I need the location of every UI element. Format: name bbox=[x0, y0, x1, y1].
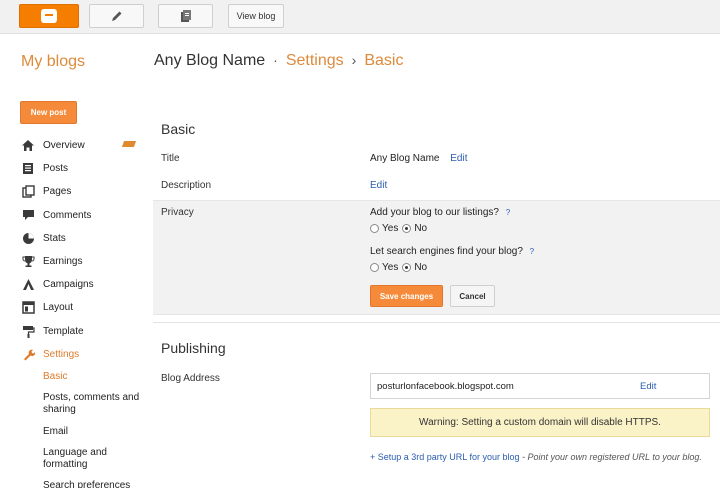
my-blogs-link[interactable]: My blogs bbox=[21, 53, 85, 71]
save-changes-button[interactable]: Save changes bbox=[370, 285, 443, 307]
listing-question-text: Add your blog to our listings? bbox=[370, 207, 499, 218]
sidebar-item-label: Posts bbox=[43, 163, 69, 175]
https-warning: Warning: Setting a custom domain will di… bbox=[370, 408, 710, 437]
blog-address-box: posturlonfacebook.blogspot.com Edit bbox=[370, 373, 710, 399]
publishing-section-title: Publishing bbox=[161, 340, 226, 356]
listing-help-link[interactable]: ? bbox=[506, 208, 510, 217]
search-no-label: No bbox=[414, 262, 428, 273]
top-toolbar: View blog bbox=[0, 0, 720, 34]
listing-question: Add your blog to our listings? ? bbox=[370, 207, 510, 218]
sidebar-item-label: Template bbox=[43, 325, 84, 337]
pages-toolbar-button[interactable] bbox=[158, 4, 213, 28]
breadcrumb: Any Blog Name · Settings › Basic bbox=[154, 52, 403, 70]
breadcrumb-blog-name[interactable]: Any Blog Name bbox=[154, 52, 265, 70]
sidebar-item-posts[interactable]: Posts bbox=[20, 157, 150, 180]
description-label: Description bbox=[161, 180, 212, 191]
sidebar-item-label: Stats bbox=[43, 232, 66, 244]
sidebar-item-label: Overview bbox=[43, 140, 85, 152]
sidebar-item-layout[interactable]: Layout bbox=[20, 296, 150, 319]
sidebar-item-campaigns[interactable]: Campaigns bbox=[20, 273, 150, 296]
search-no-radio[interactable] bbox=[402, 263, 412, 272]
pages-icon bbox=[180, 10, 191, 22]
blog-address-label: Blog Address bbox=[161, 373, 220, 384]
sidebar-item-pages[interactable]: Pages bbox=[20, 180, 150, 203]
sidebar-item-overview[interactable]: Overview bbox=[20, 134, 150, 157]
cancel-button[interactable]: Cancel bbox=[450, 285, 495, 307]
listing-no-radio[interactable] bbox=[402, 224, 412, 233]
layout-icon bbox=[20, 301, 36, 315]
search-yes-radio[interactable] bbox=[370, 263, 379, 272]
sidebar-item-settings[interactable]: Settings bbox=[20, 343, 150, 366]
sidebar-nav: Overview Posts Pages Comments Stats Earn… bbox=[20, 134, 150, 488]
blog-address-edit-link[interactable]: Edit bbox=[640, 381, 656, 392]
pie-chart-icon bbox=[20, 231, 36, 245]
search-yes-label: Yes bbox=[382, 262, 399, 273]
campaign-icon bbox=[20, 278, 36, 292]
breadcrumb-separator: · bbox=[273, 52, 278, 68]
sidebar-item-template[interactable]: Template bbox=[20, 320, 150, 343]
description-edit-link[interactable]: Edit bbox=[370, 180, 387, 191]
sidebar-item-label: Earnings bbox=[43, 256, 83, 268]
megaphone-icon bbox=[121, 141, 137, 147]
view-blog-button[interactable]: View blog bbox=[228, 4, 284, 28]
sidebar-item-label: Comments bbox=[43, 209, 92, 221]
privacy-label: Privacy bbox=[161, 207, 194, 218]
posts-icon bbox=[20, 162, 36, 176]
title-row: Any Blog Name Edit bbox=[370, 153, 468, 164]
sidebar-item-label: Campaigns bbox=[43, 279, 94, 291]
listing-no-label: No bbox=[414, 223, 428, 234]
blogger-logo-button[interactable] bbox=[19, 4, 79, 28]
sidebar-item-earnings[interactable]: Earnings bbox=[20, 250, 150, 273]
sidebar-subitem-language-formatting[interactable]: Language and formatting bbox=[43, 447, 123, 471]
sidebar-item-label: Settings bbox=[43, 348, 80, 360]
sidebar-item-label: Layout bbox=[43, 302, 74, 314]
breadcrumb-basic[interactable]: Basic bbox=[364, 52, 403, 70]
sidebar-item-stats[interactable]: Stats bbox=[20, 227, 150, 250]
listing-yes-label: Yes bbox=[382, 223, 399, 234]
title-label: Title bbox=[161, 153, 180, 164]
sidebar-item-comments[interactable]: Comments bbox=[20, 204, 150, 227]
breadcrumb-separator: › bbox=[351, 52, 357, 68]
setup-third-party-url-link[interactable]: + Setup a 3rd party URL for your blog bbox=[370, 452, 520, 462]
trophy-icon bbox=[20, 255, 36, 269]
comment-icon bbox=[20, 208, 36, 222]
title-value: Any Blog Name bbox=[370, 153, 440, 164]
search-question-text: Let search engines find your blog? bbox=[370, 246, 523, 257]
section-divider bbox=[153, 322, 720, 323]
listing-yes-radio[interactable] bbox=[370, 224, 379, 233]
house-icon bbox=[20, 139, 36, 153]
setup-description: - Point your own registered URL to your … bbox=[519, 452, 702, 462]
pencil-icon bbox=[111, 11, 121, 21]
paint-roller-icon bbox=[20, 324, 36, 338]
wrench-icon bbox=[20, 347, 36, 361]
search-radio-group: Yes No bbox=[370, 262, 427, 273]
title-edit-link[interactable]: Edit bbox=[450, 153, 467, 164]
search-help-link[interactable]: ? bbox=[530, 247, 534, 256]
sidebar-subitem-search-preferences[interactable]: Search preferences bbox=[43, 480, 150, 488]
blog-address-value: posturlonfacebook.blogspot.com bbox=[377, 380, 514, 392]
new-post-toolbar-button[interactable] bbox=[89, 4, 144, 28]
search-question: Let search engines find your blog? ? bbox=[370, 246, 534, 257]
breadcrumb-settings[interactable]: Settings bbox=[286, 52, 344, 70]
page-header: My blogs Any Blog Name · Settings › Basi… bbox=[0, 35, 720, 89]
pages-icon bbox=[20, 185, 36, 199]
basic-section-title: Basic bbox=[161, 121, 196, 137]
listing-radio-group: Yes No bbox=[370, 223, 427, 234]
custom-domain-setup: + Setup a 3rd party URL for your blog - … bbox=[370, 451, 715, 463]
blogger-logo-icon bbox=[41, 9, 57, 23]
sidebar-subitem-basic[interactable]: Basic bbox=[43, 371, 150, 383]
sidebar-subitem-posts-comments-sharing[interactable]: Posts, comments and sharing bbox=[43, 392, 148, 416]
sidebar-item-label: Pages bbox=[43, 186, 72, 198]
new-post-button[interactable]: New post bbox=[20, 101, 77, 124]
sidebar-subitem-email[interactable]: Email bbox=[43, 426, 150, 438]
